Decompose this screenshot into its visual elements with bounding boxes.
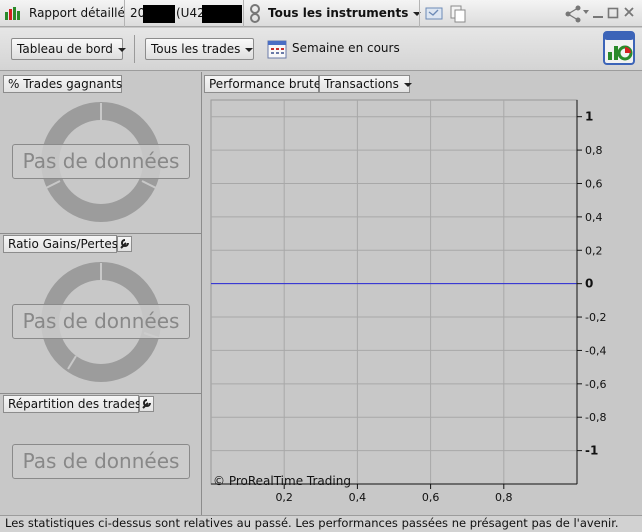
wrench-icon [142, 399, 151, 409]
disclaimer-text: Les statistiques ci-dessus sont relative… [0, 515, 642, 532]
gain-loss-header: Ratio Gains/Pertes [3, 235, 118, 253]
y-tick-label: -0,2 [585, 311, 606, 324]
instruments-dropdown[interactable]: Tous les instruments [268, 6, 422, 20]
account-redaction [202, 5, 242, 23]
gain-loss-settings-button[interactable] [117, 236, 132, 252]
transactions-label: Transactions [324, 77, 399, 91]
account-redaction [143, 5, 175, 23]
column-divider [201, 72, 202, 515]
trade-distribution-header: Répartition des trades [3, 395, 141, 413]
minimize-icon[interactable] [592, 5, 604, 21]
share-icon[interactable] [564, 5, 584, 23]
panel-divider [0, 233, 201, 234]
maximize-icon[interactable] [607, 5, 619, 21]
title-divider [243, 0, 244, 27]
link-chain-icon[interactable] [249, 4, 261, 23]
dashboard-dropdown[interactable]: Tableau de bord [11, 38, 126, 60]
title-divider [124, 0, 125, 27]
x-tick-label: 0,2 [275, 491, 293, 504]
winning-trades-header: % Trades gagnants [3, 75, 122, 93]
chevron-down-icon [245, 47, 254, 52]
share-menu-chevron-icon[interactable] [583, 10, 589, 14]
chart-watermark: © ProRealTime Trading [213, 474, 351, 488]
report-app-icon [5, 7, 20, 20]
x-tick-label: 0,4 [349, 491, 367, 504]
close-icon[interactable] [623, 5, 635, 21]
y-tick-label: 0,2 [585, 244, 603, 257]
period-selector[interactable]: Semaine en cours [292, 41, 400, 55]
chevron-down-icon [413, 11, 422, 16]
report-title: Rapport détaillé [29, 6, 125, 20]
x-tick-label: 0,6 [422, 491, 440, 504]
title-divider [419, 0, 420, 27]
y-tick-label: -0,8 [585, 411, 606, 424]
trade-distribution-settings-button[interactable] [139, 396, 154, 412]
x-tick-label: 0,8 [495, 491, 513, 504]
y-tick-label: 0 [585, 277, 593, 291]
y-tick-label: -0,6 [585, 378, 606, 391]
report-chart-icon[interactable] [603, 31, 635, 65]
chevron-down-icon [403, 82, 412, 87]
toolbar-separator [134, 35, 135, 63]
calendar-icon[interactable] [267, 39, 287, 59]
y-axis: 1 0,8 0,6 0,4 0,2 0 -0,2 -0,4 -0,6 -0,8 -1 [576, 100, 606, 484]
y-tick-label: 0,6 [585, 177, 603, 190]
wrench-icon [120, 239, 129, 249]
trades-filter-dropdown[interactable]: Tous les trades [145, 38, 254, 60]
plot-area [210, 99, 578, 485]
title-bar: Rapport détaillé 20 (U42 Tous les instru… [0, 0, 642, 27]
toolbar: Tableau de bord Tous les trades Semaine … [0, 28, 642, 71]
chevron-down-icon [117, 47, 126, 52]
trade-distribution-no-data: Pas de données [12, 444, 190, 479]
y-tick-label: 0,8 [585, 144, 603, 157]
y-tick-label: -1 [585, 444, 598, 458]
y-tick-label: -0,4 [585, 344, 606, 357]
winning-trades-no-data: Pas de données [12, 144, 190, 179]
dashboard-label: Tableau de bord [17, 42, 113, 56]
y-tick-label: 1 [585, 110, 593, 124]
trades-label: Tous les trades [151, 42, 241, 56]
panel-divider [0, 393, 201, 394]
print-icon[interactable] [425, 5, 443, 21]
y-tick-label: 0,4 [585, 211, 603, 224]
performance-chart: 1 0,8 0,6 0,4 0,2 0 -0,2 -0,4 -0,6 -0,8 -1 0,2 0,4 0… [210, 99, 606, 504]
performance-header: Performance brute [204, 75, 321, 93]
copy-icon[interactable] [450, 5, 466, 23]
transactions-dropdown[interactable]: Transactions [319, 75, 412, 93]
account-id: (U42 [176, 6, 205, 20]
instruments-label: Tous les instruments [268, 6, 409, 20]
gain-loss-no-data: Pas de données [12, 304, 190, 339]
